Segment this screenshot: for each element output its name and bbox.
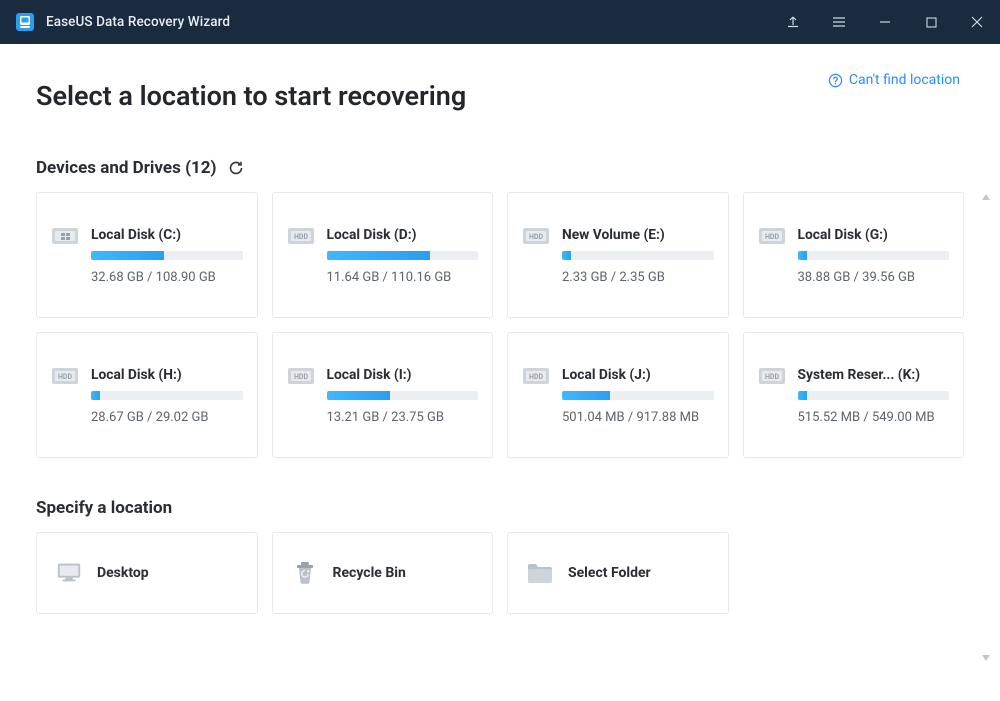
drive-name: Local Disk (I:) — [327, 367, 479, 383]
content-area: Can't find location Select a location to… — [0, 44, 1000, 701]
svg-text:HDD: HDD — [293, 373, 307, 381]
refresh-icon — [228, 160, 244, 176]
drives-section-head: Devices and Drives (12) — [36, 158, 964, 178]
drive-card[interactable]: HDD Local Disk (D:) 11.64 GB / 110.16 GB — [272, 192, 494, 318]
desktop-icon — [55, 559, 83, 587]
close-button[interactable] — [954, 0, 1000, 44]
drive-card[interactable]: HDD System Reser... (K:) 515.52 MB / 549.0… — [743, 332, 965, 458]
drive-name: Local Disk (C:) — [91, 227, 243, 243]
svg-text:HDD: HDD — [529, 233, 543, 241]
folder-icon — [526, 559, 554, 587]
svg-text:HDD: HDD — [764, 373, 778, 381]
drive-icon: HDD — [522, 361, 552, 391]
drive-name: System Reser... (K:) — [798, 367, 950, 383]
location-card[interactable]: Select Folder — [507, 532, 729, 614]
drive-card[interactable]: HDD New Volume (E:) 2.33 GB / 2.35 GB — [507, 192, 729, 318]
page-title: Select a location to start recovering — [36, 80, 964, 112]
cant-find-location-link[interactable]: Can't find location — [828, 72, 960, 88]
cant-find-location-label: Can't find location — [849, 72, 960, 88]
drive-card[interactable]: Local Disk (C:) 32.68 GB / 108.90 GB — [36, 192, 258, 318]
drive-card[interactable]: HDD Local Disk (G:) 38.88 GB / 39.56 GB — [743, 192, 965, 318]
drive-name: Local Disk (J:) — [562, 367, 714, 383]
svg-text:HDD: HDD — [293, 233, 307, 241]
drive-usage-bar — [562, 391, 714, 400]
drive-usage-text: 2.33 GB / 2.35 GB — [562, 270, 714, 285]
location-name: Desktop — [97, 565, 149, 581]
menu-button[interactable] — [816, 0, 862, 44]
drive-card[interactable]: HDD Local Disk (H:) 28.67 GB / 29.02 GB — [36, 332, 258, 458]
drive-grid: Local Disk (C:) 32.68 GB / 108.90 GB HDD Lo… — [36, 192, 964, 458]
app-title: EaseUS Data Recovery Wizard — [46, 14, 230, 30]
scroll-indicator[interactable] — [982, 194, 990, 661]
drive-name: Local Disk (D:) — [327, 227, 479, 243]
drive-usage-text: 13.21 GB / 23.75 GB — [327, 410, 479, 425]
drive-usage-text: 501.04 MB / 917.88 MB — [562, 410, 714, 425]
drives-section-label: Devices and Drives (12) — [36, 158, 217, 178]
location-card[interactable]: Desktop — [36, 532, 258, 614]
drive-card[interactable]: HDD Local Disk (I:) 13.21 GB / 23.75 GB — [272, 332, 494, 458]
upgrade-button[interactable] — [770, 0, 816, 44]
location-card[interactable]: Recycle Bin — [272, 532, 494, 614]
svg-text:HDD: HDD — [764, 233, 778, 241]
specify-section-head: Specify a location — [36, 498, 964, 518]
drive-usage-text: 11.64 GB / 110.16 GB — [327, 270, 479, 285]
drive-card[interactable]: HDD Local Disk (J:) 501.04 MB / 917.88 MB — [507, 332, 729, 458]
drive-usage-bar — [91, 391, 243, 400]
drive-icon: HDD — [51, 361, 81, 391]
drive-icon: HDD — [287, 221, 317, 251]
refresh-button[interactable] — [227, 159, 245, 177]
drive-icon: HDD — [758, 221, 788, 251]
drive-name: Local Disk (G:) — [798, 227, 950, 243]
drive-icon: HDD — [287, 361, 317, 391]
scroll-down-icon — [982, 655, 990, 661]
app-logo-icon — [14, 11, 36, 33]
drive-icon: HDD — [522, 221, 552, 251]
location-name: Recycle Bin — [333, 565, 406, 581]
drive-icon — [51, 221, 81, 251]
svg-text:HDD: HDD — [58, 373, 72, 381]
maximize-button[interactable] — [908, 0, 954, 44]
drive-usage-text: 38.88 GB / 39.56 GB — [798, 270, 950, 285]
drive-name: Local Disk (H:) — [91, 367, 243, 383]
svg-text:HDD: HDD — [529, 373, 543, 381]
location-grid: Desktop Recycle Bin Select Folder — [36, 532, 964, 614]
drive-usage-text: 515.52 MB / 549.00 MB — [798, 410, 950, 425]
drive-name: New Volume (E:) — [562, 227, 714, 243]
drive-usage-text: 32.68 GB / 108.90 GB — [91, 270, 243, 285]
drive-usage-bar — [798, 251, 950, 260]
drive-usage-bar — [327, 251, 479, 260]
location-name: Select Folder — [568, 565, 651, 581]
minimize-button[interactable] — [862, 0, 908, 44]
drive-usage-bar — [91, 251, 243, 260]
titlebar: EaseUS Data Recovery Wizard — [0, 0, 1000, 44]
drive-usage-bar — [327, 391, 479, 400]
drive-usage-bar — [562, 251, 714, 260]
recycle-icon — [291, 559, 319, 587]
specify-section-label: Specify a location — [36, 498, 172, 518]
drive-usage-text: 28.67 GB / 29.02 GB — [91, 410, 243, 425]
drive-icon: HDD — [758, 361, 788, 391]
drive-usage-bar — [798, 391, 950, 400]
help-icon — [828, 73, 843, 88]
